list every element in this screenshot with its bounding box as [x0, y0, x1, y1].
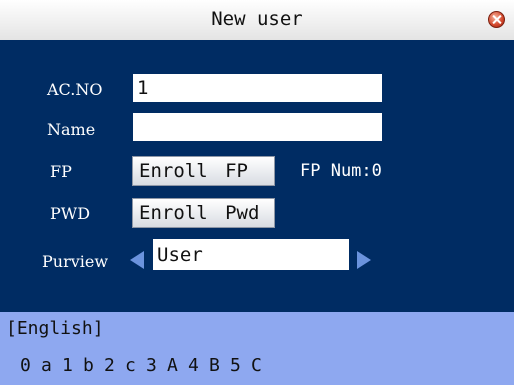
- right-arrow-icon[interactable]: [357, 251, 371, 269]
- fp-label: FP: [50, 162, 72, 181]
- window-title: New user: [211, 8, 303, 30]
- ime-char[interactable]: B: [209, 355, 230, 376]
- fp-count: FP Num:0: [300, 161, 382, 181]
- acno-label: AC.NO: [47, 80, 103, 99]
- ime-char[interactable]: 4: [188, 355, 209, 376]
- ime-char[interactable]: a: [41, 355, 62, 376]
- ime-char[interactable]: 0: [20, 355, 41, 376]
- ime-char[interactable]: c: [125, 355, 146, 376]
- user-form: AC.NO 1 Name FP Enroll FP FP Num:0 PWD E…: [0, 40, 514, 312]
- purview-select[interactable]: User: [153, 239, 349, 270]
- ime-language: [English]: [6, 318, 104, 339]
- ime-char[interactable]: A: [167, 355, 188, 376]
- input-method-panel: [English] 0 a 1 b 2 c 3 A 4 B 5 C: [0, 312, 514, 385]
- ime-char[interactable]: 3: [146, 355, 167, 376]
- close-icon[interactable]: [488, 11, 505, 28]
- ime-char[interactable]: b: [83, 355, 104, 376]
- name-label: Name: [47, 120, 96, 139]
- enroll-pwd-button[interactable]: Enroll Pwd: [132, 198, 275, 228]
- ime-char[interactable]: 1: [62, 355, 83, 376]
- ime-char-list: 0 a 1 b 2 c 3 A 4 B 5 C: [20, 355, 272, 376]
- enroll-fp-button[interactable]: Enroll FP: [132, 156, 275, 186]
- ime-char[interactable]: 5: [230, 355, 251, 376]
- ime-char[interactable]: 2: [104, 355, 125, 376]
- purview-label: Purview: [42, 252, 109, 271]
- name-field[interactable]: [133, 113, 382, 141]
- acno-field[interactable]: 1: [133, 74, 382, 102]
- left-arrow-icon[interactable]: [130, 251, 144, 269]
- pwd-label: PWD: [50, 204, 91, 223]
- title-bar: New user: [0, 0, 514, 40]
- ime-char[interactable]: C: [251, 355, 272, 376]
